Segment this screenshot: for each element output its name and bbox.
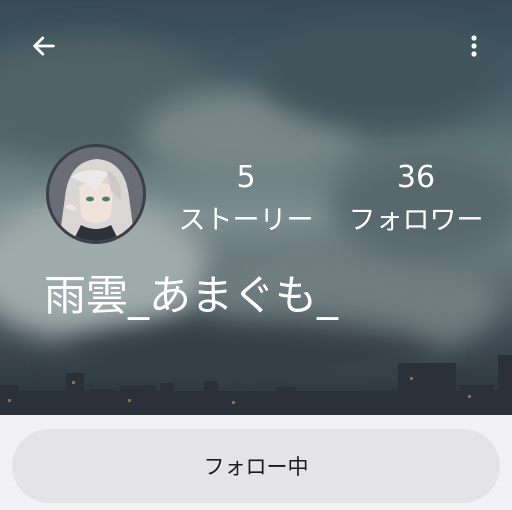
stories-count: 5 xyxy=(236,160,256,195)
back-button[interactable] xyxy=(22,24,66,68)
arrow-left-icon xyxy=(33,36,55,56)
cover-image: 5 ストーリー 36 フォロワー 雨雲_あまぐも_ xyxy=(0,0,512,415)
more-vertical-icon xyxy=(471,35,477,57)
avatar[interactable] xyxy=(46,144,146,244)
profile-screen: 5 ストーリー 36 フォロワー 雨雲_あまぐも_ フォロー中 xyxy=(0,0,512,510)
stories-label: ストーリー xyxy=(178,205,314,236)
followers-count[interactable]: 36 xyxy=(336,160,496,195)
more-options-button[interactable] xyxy=(452,24,496,68)
profile-name: 雨雲_あまぐも_ xyxy=(44,271,339,320)
following-button[interactable]: フォロー中 xyxy=(12,429,500,503)
avatar-illustration xyxy=(49,147,143,241)
followers-label[interactable]: フォロワー xyxy=(331,198,501,237)
